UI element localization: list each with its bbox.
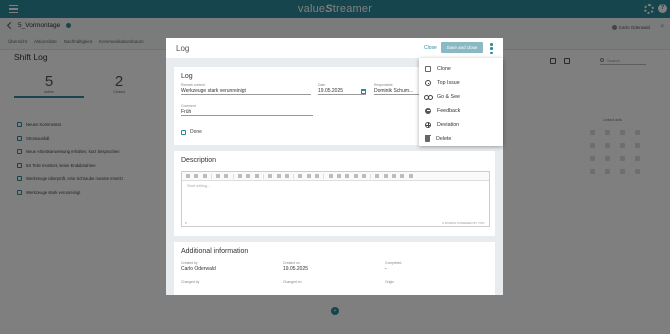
field-label: Changed on — [283, 280, 302, 284]
print-icon[interactable] — [400, 174, 405, 178]
align-right-icon[interactable] — [254, 174, 259, 178]
go-see-icon — [424, 94, 433, 100]
field-label: Created by — [181, 261, 198, 265]
editor-placeholder[interactable]: Start writing... — [182, 181, 489, 191]
underline-icon[interactable] — [202, 174, 207, 178]
remark-field[interactable]: Remark content Werkzeuge stark verunrein… — [181, 83, 311, 95]
additional-info-card: Additional information Created by Carlo … — [174, 242, 495, 295]
created-by-value: Carlo Oderwald — [181, 266, 216, 272]
undo-icon[interactable] — [353, 174, 358, 178]
field-label: Remark content — [181, 83, 205, 87]
additional-info-title: Additional information — [181, 248, 249, 255]
italic-icon[interactable] — [194, 174, 199, 178]
date-input[interactable]: 19.05.2025 — [318, 88, 366, 95]
field-label: Changed by — [181, 280, 200, 284]
preview-icon[interactable] — [392, 174, 397, 178]
responsible-input[interactable]: Dominik Schum... — [374, 88, 419, 95]
bullet-list-icon[interactable] — [298, 174, 303, 178]
strikethrough-icon[interactable] — [216, 174, 221, 178]
clone-icon — [425, 66, 431, 72]
menu-item-label: Delete — [436, 136, 452, 142]
numbered-list-icon[interactable] — [306, 174, 311, 178]
element-path: P — [185, 221, 188, 225]
menu-item-deviation[interactable]: Deviation — [419, 118, 503, 132]
menu-item-label: Deviation — [437, 122, 460, 128]
more-tools-icon[interactable] — [408, 174, 413, 178]
feedback-icon — [425, 108, 431, 114]
description-card: Description Start writing... P 0 WORDS P… — [174, 151, 495, 236]
menu-item-top-issue[interactable]: Top Issue — [419, 76, 503, 90]
remark-input[interactable]: Werkzeuge stark verunreinigt — [181, 88, 311, 95]
fullscreen-icon[interactable] — [383, 174, 388, 178]
created-by-field: Created by Carlo Oderwald — [181, 261, 271, 273]
font-icon[interactable] — [268, 174, 273, 178]
created-on-value: 19.05.2025 — [283, 266, 309, 272]
menu-item-label: Top Issue — [437, 80, 460, 86]
menu-item-feedback[interactable]: Feedback — [419, 104, 503, 118]
align-left-icon[interactable] — [238, 174, 243, 178]
field-label: Created on — [283, 261, 300, 265]
redo-icon[interactable] — [361, 174, 366, 178]
completed-value: - — [385, 266, 387, 272]
word-count: 0 WORDS POWERED BY TINY — [442, 221, 485, 225]
comment-field[interactable]: Comment Früh — [181, 104, 313, 116]
menu-item-delete[interactable]: Delete — [419, 132, 503, 146]
more-options-icon[interactable] — [490, 43, 493, 54]
changed-by-field: Changed by — [181, 280, 271, 284]
created-on-field: Created on 19.05.2025 — [283, 261, 373, 273]
link-icon[interactable] — [345, 174, 350, 178]
menu-item-clone[interactable]: Clone — [419, 62, 503, 76]
menu-item-label: Feedback — [437, 108, 461, 114]
close-button[interactable]: Close — [424, 45, 437, 51]
editor-status-bar: P 0 WORDS POWERED BY TINY — [182, 219, 489, 226]
field-label: Date — [318, 83, 326, 87]
indent-icon[interactable] — [315, 174, 320, 178]
done-label: Done — [190, 129, 202, 135]
menu-item-label: Go & See — [437, 94, 460, 100]
text-color-icon[interactable] — [284, 174, 289, 178]
responsible-field[interactable]: Responsible Dominik Schum... — [374, 83, 419, 95]
trash-icon — [424, 134, 431, 142]
top-issue-icon — [425, 80, 431, 86]
modal-title: Log — [176, 44, 190, 53]
heading-icon[interactable] — [224, 174, 229, 178]
field-label: Responsible — [374, 83, 393, 87]
done-toggle[interactable]: Done — [181, 129, 202, 135]
bold-icon[interactable] — [186, 174, 190, 178]
field-label: Comment — [181, 104, 196, 108]
align-center-icon[interactable] — [246, 174, 251, 178]
origin-field: Origin — [385, 280, 475, 284]
field-label: Origin — [385, 280, 395, 284]
completed-field: Completed - — [385, 261, 475, 273]
editor-toolbar — [182, 172, 489, 181]
changed-on-field: Changed on — [283, 280, 373, 284]
description-title: Description — [181, 157, 217, 164]
done-checkbox[interactable] — [181, 129, 186, 135]
deviation-icon — [425, 122, 431, 128]
comment-input[interactable]: Früh — [181, 109, 313, 116]
image-icon[interactable] — [328, 174, 333, 178]
calendar-icon[interactable] — [361, 89, 366, 94]
modal-header: Log Close Save and close — [166, 38, 503, 58]
rich-text-editor[interactable]: Start writing... P 0 WORDS POWERED BY TI… — [181, 171, 490, 227]
table-icon[interactable] — [336, 174, 341, 178]
more-options-menu: Clone Top Issue Go & See Feedback Deviat… — [419, 58, 503, 146]
menu-item-label: Clone — [437, 66, 451, 72]
field-label: Completed — [385, 261, 402, 265]
menu-item-go-see[interactable]: Go & See — [419, 90, 503, 104]
save-and-close-button[interactable]: Save and close — [441, 42, 483, 53]
code-icon[interactable] — [375, 174, 380, 178]
date-field[interactable]: Date 19.05.2025 — [318, 83, 366, 95]
font-size-icon[interactable] — [276, 174, 281, 178]
log-card-title: Log — [181, 73, 193, 80]
